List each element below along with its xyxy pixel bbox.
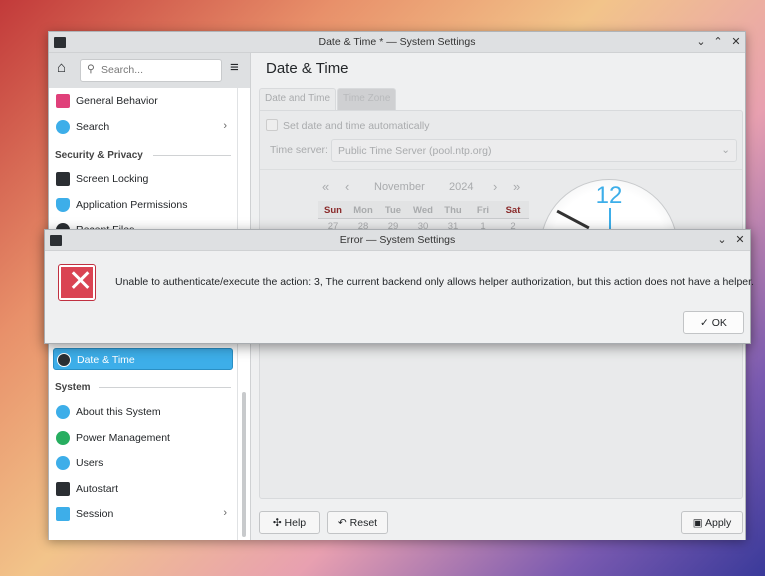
sidebar-item-autostart[interactable]: Autostart (53, 478, 233, 500)
dialog-title: Error — System Settings (339, 234, 456, 246)
close-button[interactable]: ✕ (729, 35, 743, 48)
minimize-button[interactable]: ⌄ (694, 35, 708, 48)
search-icon: ⚲ (87, 63, 95, 75)
sidebar-item-session[interactable]: Session › (53, 503, 233, 525)
tab-date-and-time[interactable]: Date and Time (259, 88, 337, 110)
error-message: Unable to authenticate/execute the actio… (115, 276, 754, 288)
sidebar-item-search[interactable]: Search › (53, 116, 233, 138)
auto-time-label: Set date and time automatically (283, 120, 430, 132)
general-behavior-icon (56, 94, 70, 108)
window-title: Date & Time * — System Settings (318, 36, 476, 48)
scrollbar-thumb[interactable] (242, 392, 246, 537)
info-icon (56, 405, 70, 419)
divider (260, 169, 742, 170)
clock-icon (57, 353, 71, 367)
next-month-button[interactable]: › (493, 179, 497, 194)
session-icon (56, 507, 70, 521)
section-security-privacy: Security & Privacy (55, 150, 143, 161)
clock-hour-hand (556, 209, 590, 230)
error-icon: ✕ (58, 264, 96, 301)
divider (153, 155, 231, 156)
reset-button[interactable]: ↶ Reset (327, 511, 388, 534)
time-server-label: Time server: (270, 144, 328, 156)
tab-time-zone[interactable]: Time Zone (337, 88, 397, 110)
sidebar-item-application-permissions[interactable]: Application Permissions (53, 194, 233, 216)
sidebar-item-power-management[interactable]: Power Management (53, 427, 233, 449)
chevron-down-icon: ⌄ (721, 144, 730, 156)
time-server-combobox[interactable]: Public Time Server (pool.ntp.org) ⌄ (331, 139, 737, 162)
hamburger-menu-icon[interactable]: ≡ (230, 59, 239, 76)
previous-year-button[interactable]: « (322, 179, 329, 194)
reset-icon: ↶ (337, 517, 350, 529)
chevron-right-icon: › (223, 507, 227, 519)
search-input[interactable]: ⚲ Search... (80, 59, 222, 82)
ok-button[interactable]: ✓ OK (683, 311, 744, 334)
page-title: Date & Time (266, 60, 349, 77)
clock-twelve: 12 (595, 182, 623, 209)
home-icon[interactable]: ⌂ (57, 59, 66, 76)
previous-month-button[interactable]: ‹ (345, 179, 349, 194)
help-icon: ✣ (272, 517, 285, 529)
dialog-close-button[interactable]: ✕ (733, 233, 747, 246)
weekday-header: Sun Mon Tue Wed Thu Fri Sat (318, 201, 529, 219)
power-icon (56, 431, 70, 445)
checkmark-icon: ✓ (700, 317, 712, 329)
calendar-month[interactable]: November (374, 181, 425, 193)
shield-icon (56, 198, 70, 212)
sidebar-item-date-time[interactable]: Date & Time (53, 348, 233, 370)
calendar-year[interactable]: 2024 (449, 181, 473, 193)
apply-button[interactable]: ▣ Apply (681, 511, 743, 534)
dialog-minimize-button[interactable]: ⌄ (715, 233, 729, 246)
next-year-button[interactable]: » (513, 179, 520, 194)
section-system: System (55, 382, 91, 393)
users-icon (56, 456, 70, 470)
sidebar-item-users[interactable]: Users (53, 452, 233, 474)
sidebar-header: ⌂ ⚲ Search... ≡ (49, 53, 251, 88)
divider (99, 387, 231, 388)
apply-icon: ▣ (692, 517, 705, 529)
screen-locking-icon (56, 172, 70, 186)
search-icon (56, 120, 70, 134)
title-bar: Date & Time * — System Settings ⌄ ⌃ ✕ (49, 32, 745, 53)
sidebar-item-screen-locking[interactable]: Screen Locking (53, 168, 233, 190)
error-dialog: Error — System Settings ⌄ ✕ ✕ Unable to … (44, 229, 754, 344)
sidebar-item-general-behavior[interactable]: General Behavior (53, 90, 233, 112)
maximize-button[interactable]: ⌃ (711, 35, 725, 48)
dialog-title-bar: Error — System Settings ⌄ ✕ (45, 230, 750, 251)
help-button[interactable]: ✣ Help (259, 511, 320, 534)
chevron-right-icon: › (223, 120, 227, 132)
sidebar-item-about-this-system[interactable]: About this System (53, 401, 233, 423)
autostart-icon (56, 482, 70, 496)
auto-time-checkbox[interactable] (266, 119, 278, 131)
